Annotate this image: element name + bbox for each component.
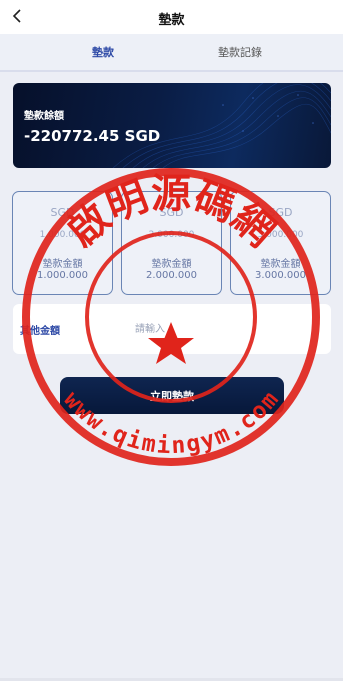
other-amount-row: 其他金額 (13, 304, 331, 354)
option-amount-label: 1.000.000 (37, 270, 88, 281)
tab-advance[interactable]: 墊款 (92, 44, 114, 60)
tab-bar: 墊款 墊款記錄 (0, 34, 343, 72)
tab-advance-records[interactable]: 墊款記錄 (218, 44, 262, 60)
advance-option-3[interactable]: SGD 3.000.000 墊款金額 3.000.000 (230, 191, 331, 295)
option-label: 墊款金額 (42, 259, 83, 270)
balance-value: -220772.45 SGD (24, 127, 161, 145)
advance-option-1[interactable]: SGD 1.000.000 墊款金額 1.000.000 (12, 191, 113, 295)
option-amount: 1.000.000 (39, 230, 86, 240)
option-label: 墊款金額 (151, 259, 192, 270)
card-wave-decoration (112, 83, 331, 168)
page-title: 墊款 (158, 13, 185, 28)
option-currency: SGD (159, 206, 184, 219)
option-amount: 2.000.000 (148, 230, 195, 240)
advance-option-2[interactable]: SGD 2.000.000 墊款金額 2.000.000 (121, 191, 222, 295)
other-amount-label: 其他金額 (20, 326, 60, 337)
advance-now-button[interactable]: 立即墊款 (60, 377, 284, 414)
balance-card: 墊款餘額 -220772.45 SGD (13, 83, 331, 168)
balance-label: 墊款餘額 (24, 111, 64, 122)
other-amount-input[interactable] (133, 316, 327, 342)
option-amount-label: 3.000.000 (255, 270, 306, 281)
option-amount-label: 2.000.000 (146, 270, 197, 281)
option-currency: SGD (268, 206, 293, 219)
option-label: 墊款金額 (260, 259, 301, 270)
top-bar: 墊款 (0, 0, 343, 34)
option-currency: SGD (50, 206, 75, 219)
option-amount: 3.000.000 (257, 230, 304, 240)
